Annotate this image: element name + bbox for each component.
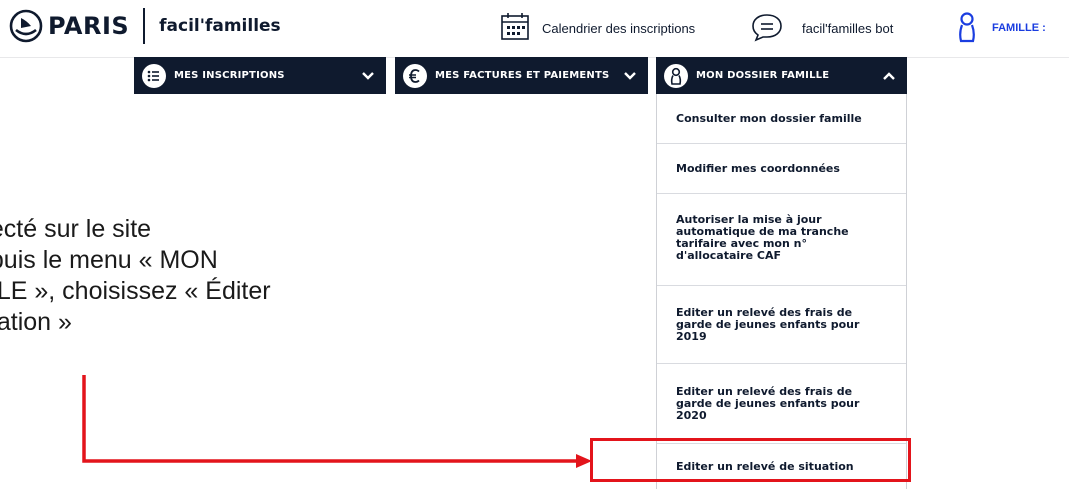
pointer-arrow xyxy=(82,375,592,468)
highlight-box xyxy=(590,438,911,482)
